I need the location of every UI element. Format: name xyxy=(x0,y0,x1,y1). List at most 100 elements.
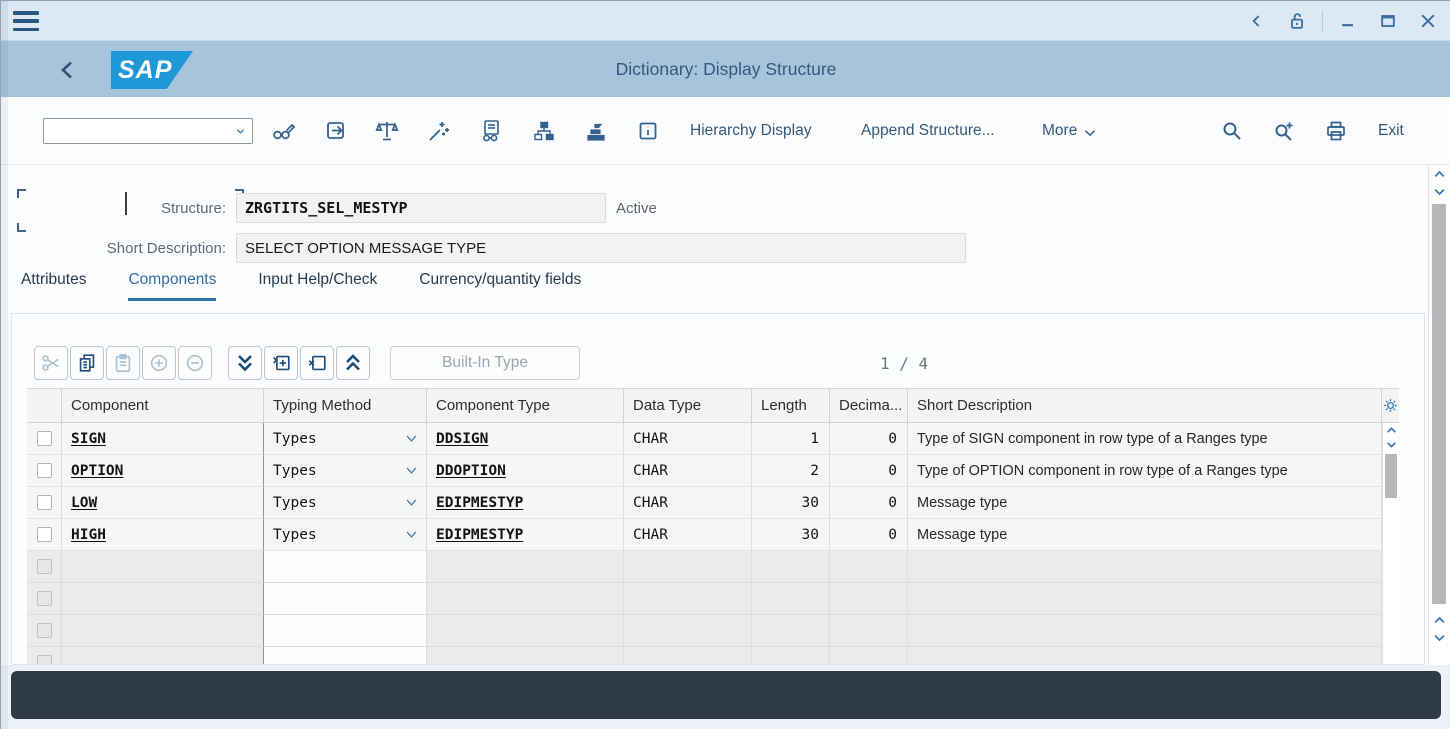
remove-row-icon[interactable] xyxy=(178,346,212,380)
row-checkbox[interactable] xyxy=(37,559,52,574)
short-description-field[interactable]: SELECT OPTION MESSAGE TYPE xyxy=(236,233,966,263)
short-description-cell: Type of OPTION component in row type of … xyxy=(908,455,1382,487)
row-checkbox[interactable] xyxy=(37,495,52,510)
table-row[interactable]: OPTION Types DDOPTION CHAR 2 0 Type of O… xyxy=(27,455,1399,487)
unlock-icon[interactable] xyxy=(1282,6,1312,36)
back-chevron-icon[interactable] xyxy=(53,55,83,85)
cut-icon[interactable] xyxy=(34,346,68,380)
col-component-type[interactable]: Component Type xyxy=(427,389,624,422)
add-row-icon[interactable] xyxy=(142,346,176,380)
hierarchy-icon[interactable] xyxy=(529,116,559,146)
table-row[interactable]: LOW Types EDIPMESTYP CHAR 30 0 Message t… xyxy=(27,487,1399,519)
scroll-up-icon[interactable] xyxy=(1429,166,1449,183)
table-row-empty[interactable] xyxy=(27,583,1399,615)
component-link[interactable]: HIGH xyxy=(71,527,106,543)
decimals-cell: 0 xyxy=(830,519,908,551)
chevron-down-icon xyxy=(404,527,419,542)
data-type-cell: CHAR xyxy=(624,519,752,551)
row-checkbox[interactable] xyxy=(37,527,52,542)
insert-row-icon[interactable] xyxy=(264,346,298,380)
command-input[interactable] xyxy=(44,119,233,143)
delete-row-icon[interactable] xyxy=(300,346,334,380)
append-structure-button[interactable]: Append Structure... xyxy=(861,97,995,165)
component-link[interactable]: SIGN xyxy=(71,431,106,447)
print-icon[interactable] xyxy=(1321,116,1351,146)
consistency-check-icon[interactable] xyxy=(372,116,402,146)
table-row-empty[interactable] xyxy=(27,551,1399,583)
row-checkbox[interactable] xyxy=(37,463,52,478)
row-checkbox[interactable] xyxy=(37,623,52,638)
copy-object-icon[interactable] xyxy=(321,116,351,146)
scroll-up-icon[interactable] xyxy=(1383,423,1399,437)
table-row-empty[interactable] xyxy=(27,615,1399,647)
col-component[interactable]: Component xyxy=(62,389,264,422)
close-icon[interactable] xyxy=(1413,6,1443,36)
history-back-icon[interactable] xyxy=(1242,6,1272,36)
col-typing-method[interactable]: Typing Method xyxy=(264,389,427,422)
search-icon[interactable] xyxy=(1217,116,1247,146)
scroll-down-icon[interactable] xyxy=(1429,629,1449,646)
hierarchy-display-button[interactable]: Hierarchy Display xyxy=(690,97,811,165)
scrollbar-thumb[interactable] xyxy=(1432,204,1446,604)
component-type-link[interactable]: DDOPTION xyxy=(436,463,506,479)
col-short-description[interactable]: Short Description xyxy=(908,389,1382,422)
col-data-type[interactable]: Data Type xyxy=(624,389,752,422)
length-cell: 1 xyxy=(752,423,830,455)
typing-method-dropdown[interactable]: Types xyxy=(263,487,427,519)
tab-strip: Attributes Components Input Help/Check C… xyxy=(21,271,581,307)
table-row[interactable]: SIGN Types DDSIGN CHAR 1 0 Type of SIGN … xyxy=(27,423,1399,455)
status-bar xyxy=(11,671,1441,719)
component-type-link[interactable]: EDIPMESTYP xyxy=(436,527,523,543)
structure-label: Structure: xyxy=(1,200,226,217)
gear-icon[interactable] xyxy=(1382,397,1399,414)
minimize-icon[interactable] xyxy=(1333,6,1363,36)
component-type-link[interactable]: DDSIGN xyxy=(436,431,488,447)
decimals-cell: 0 xyxy=(830,423,908,455)
built-in-type-button[interactable]: Built-In Type xyxy=(390,346,580,380)
scroll-down-icon[interactable] xyxy=(1383,437,1399,451)
component-link[interactable]: OPTION xyxy=(71,463,123,479)
more-button[interactable]: More xyxy=(1042,97,1099,165)
index-icon[interactable] xyxy=(581,116,611,146)
tab-input-help-check[interactable]: Input Help/Check xyxy=(258,271,377,298)
scroll-down-icon[interactable] xyxy=(1429,183,1449,200)
component-type-link[interactable]: EDIPMESTYP xyxy=(436,495,523,511)
expand-all-icon[interactable] xyxy=(228,346,262,380)
component-link[interactable]: LOW xyxy=(71,495,97,511)
menu-hamburger-icon[interactable] xyxy=(13,11,39,31)
runtime-object-icon[interactable] xyxy=(476,116,506,146)
col-length[interactable]: Length xyxy=(752,389,830,422)
typing-method-dropdown[interactable]: Types xyxy=(263,519,427,551)
activate-icon[interactable] xyxy=(424,116,454,146)
tab-components[interactable]: Components xyxy=(128,271,216,301)
row-checkbox[interactable] xyxy=(37,655,52,664)
copy-icon[interactable] xyxy=(70,346,104,380)
short-description-label: Short Description: xyxy=(1,240,226,257)
structure-field[interactable]: ZRGTITS_SEL_MESTYP xyxy=(236,193,606,223)
tab-attributes[interactable]: Attributes xyxy=(21,271,86,298)
collapse-all-icon[interactable] xyxy=(336,346,370,380)
typing-method-dropdown[interactable]: Types xyxy=(263,455,427,487)
table-scrollbar[interactable] xyxy=(1382,423,1399,664)
length-cell: 30 xyxy=(752,487,830,519)
typing-method-dropdown[interactable]: Types xyxy=(263,423,427,455)
paste-icon[interactable] xyxy=(106,346,140,380)
maximize-icon[interactable] xyxy=(1373,6,1403,36)
display-change-icon[interactable] xyxy=(269,116,299,146)
row-checkbox[interactable] xyxy=(37,431,52,446)
table-row[interactable]: HIGH Types EDIPMESTYP CHAR 30 0 Message … xyxy=(27,519,1399,551)
select-all-header[interactable] xyxy=(27,389,62,422)
table-row-empty[interactable] xyxy=(27,647,1399,664)
exit-button[interactable]: Exit xyxy=(1378,97,1404,165)
info-icon[interactable] xyxy=(633,116,663,146)
scrollbar-thumb[interactable] xyxy=(1385,454,1397,498)
command-field[interactable] xyxy=(43,118,253,144)
scroll-up-icon[interactable] xyxy=(1429,612,1449,629)
top-bar xyxy=(1,1,1450,41)
main-content: Structure: ZRGTITS_SEL_MESTYP Active Sho… xyxy=(1,165,1450,665)
tab-currency-quantity-fields[interactable]: Currency/quantity fields xyxy=(419,271,581,298)
search-plus-icon[interactable] xyxy=(1269,116,1299,146)
row-checkbox[interactable] xyxy=(37,591,52,606)
col-decimals[interactable]: Decima... xyxy=(830,389,908,422)
main-scrollbar[interactable] xyxy=(1428,166,1449,665)
